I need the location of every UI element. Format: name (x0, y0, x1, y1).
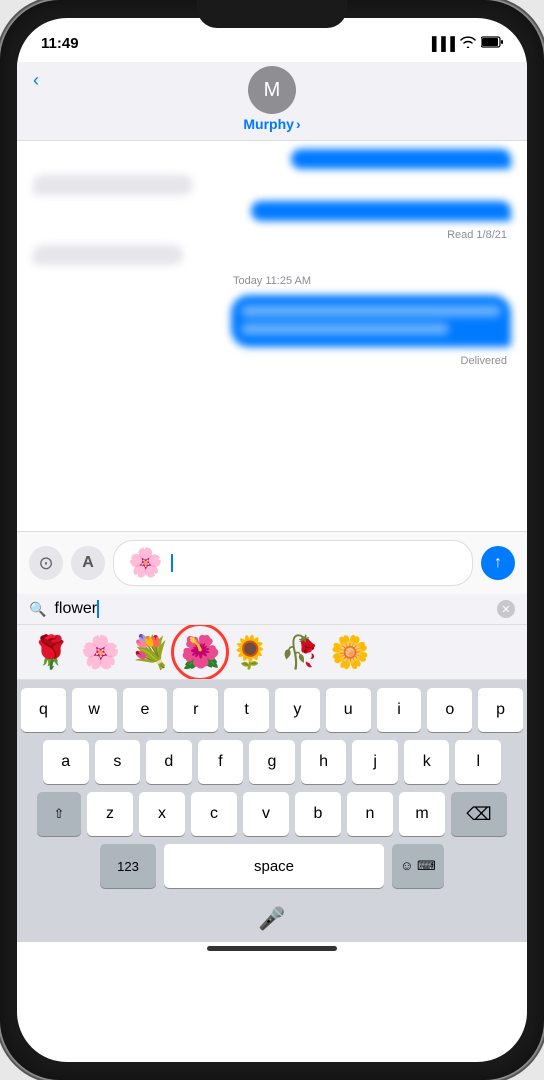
wifi-icon (460, 36, 476, 51)
app-button[interactable]: A (71, 546, 105, 580)
read-receipt: Read 1/8/21 (33, 229, 511, 241)
emoji-result-3-highlighted[interactable]: 🌺 (179, 631, 223, 673)
emoji-result-1[interactable]: 🌸 (79, 631, 123, 673)
keyboard-row-2: a s d f g h j k l (21, 740, 523, 784)
keyboard-row-3: ⇧ z x c v b n m ⌫ (21, 792, 523, 836)
keyboard: q w e r t y u i o p a s d f g h j k (17, 680, 527, 900)
key-i[interactable]: i (377, 688, 422, 732)
notch (197, 0, 347, 28)
key-v[interactable]: v (243, 792, 289, 836)
message-bubble (231, 295, 511, 347)
key-h[interactable]: h (301, 740, 347, 784)
nav-header: ‹ M Murphy › (17, 62, 527, 141)
messages-area[interactable]: Read 1/8/21 Today 11:25 AM Delivered (17, 141, 527, 531)
key-r[interactable]: r (173, 688, 218, 732)
contact-chevron: › (296, 116, 301, 132)
back-button[interactable]: ‹ (33, 70, 39, 91)
camera-button[interactable]: ⊙ (29, 546, 63, 580)
send-button[interactable]: ↑ (481, 546, 515, 580)
numbers-key[interactable]: 123 (100, 844, 156, 888)
search-clear-button[interactable]: ✕ (497, 600, 515, 618)
flower-emoji: 🌸 (128, 549, 163, 577)
key-t[interactable]: t (224, 688, 269, 732)
status-icons: ▐▐▐ (427, 36, 503, 51)
contact-name-row[interactable]: Murphy › (243, 116, 300, 132)
key-u[interactable]: u (326, 688, 371, 732)
key-a[interactable]: a (43, 740, 89, 784)
message-bubble (33, 175, 193, 195)
battery-icon (481, 36, 503, 51)
key-k[interactable]: k (404, 740, 450, 784)
message-input[interactable]: 🌸 (113, 540, 473, 586)
phone-frame: 11:49 ▐▐▐ (0, 0, 544, 1080)
key-w[interactable]: w (72, 688, 117, 732)
message-row-2 (33, 175, 511, 195)
key-m[interactable]: m (399, 792, 445, 836)
search-input-display[interactable]: flower (54, 600, 489, 618)
message-row-3 (33, 201, 511, 221)
key-l[interactable]: l (455, 740, 501, 784)
appstore-icon: A (82, 554, 94, 572)
camera-icon: ⊙ (38, 553, 53, 574)
emoji-key[interactable]: ☺ ⌨ (392, 844, 444, 888)
space-key[interactable]: space (164, 844, 384, 888)
key-g[interactable]: g (249, 740, 295, 784)
message-bubble (291, 149, 511, 169)
message-row-4 (33, 245, 511, 265)
back-chevron: ‹ (33, 70, 39, 91)
emoji-result-5[interactable]: 🥀 (278, 631, 322, 673)
keyboard-row-4: 123 space ☺ ⌨ (21, 844, 523, 888)
key-j[interactable]: j (352, 740, 398, 784)
emoji-result-0[interactable]: 🌹 (29, 631, 73, 673)
bottom-bar: 🎤 (17, 900, 527, 942)
key-d[interactable]: d (146, 740, 192, 784)
text-cursor (171, 554, 173, 572)
emoji-result-2[interactable]: 💐 (129, 631, 173, 673)
emoji-search-row[interactable]: 🔍 flower ✕ (17, 594, 527, 625)
signal-icon: ▐▐▐ (427, 36, 455, 51)
emoji-result-6[interactable]: 🌼 (328, 631, 372, 673)
search-icon: 🔍 (29, 601, 46, 618)
key-y[interactable]: y (275, 688, 320, 732)
key-q[interactable]: q (21, 688, 66, 732)
delete-key[interactable]: ⌫ (451, 792, 507, 836)
mic-icon[interactable]: 🎤 (258, 906, 285, 932)
delivered-receipt: Delivered (33, 355, 511, 367)
keyboard-row-1: q w e r t y u i o p (21, 688, 523, 732)
shift-key[interactable]: ⇧ (37, 792, 81, 836)
key-n[interactable]: n (347, 792, 393, 836)
status-time: 11:49 (41, 35, 79, 52)
message-bubble (251, 201, 511, 221)
key-p[interactable]: p (478, 688, 523, 732)
message-row-5 (33, 295, 511, 347)
emoji-results-row[interactable]: 🌹 🌸 💐 🌺 🌻 🥀 🌼 (17, 625, 527, 680)
key-o[interactable]: o (427, 688, 472, 732)
send-icon: ↑ (494, 554, 502, 572)
key-e[interactable]: e (123, 688, 168, 732)
key-c[interactable]: c (191, 792, 237, 836)
key-b[interactable]: b (295, 792, 341, 836)
message-bubble (33, 245, 183, 265)
message-row-1 (33, 149, 511, 169)
contact-avatar: M (248, 66, 296, 114)
key-f[interactable]: f (198, 740, 244, 784)
emoji-result-4[interactable]: 🌻 (228, 631, 272, 673)
phone-screen: 11:49 ▐▐▐ (17, 18, 527, 1062)
timestamp: Today 11:25 AM (33, 275, 511, 287)
home-indicator (207, 946, 337, 951)
key-s[interactable]: s (95, 740, 141, 784)
input-toolbar: ⊙ A 🌸 ↑ (17, 531, 527, 594)
key-z[interactable]: z (87, 792, 133, 836)
key-x[interactable]: x (139, 792, 185, 836)
